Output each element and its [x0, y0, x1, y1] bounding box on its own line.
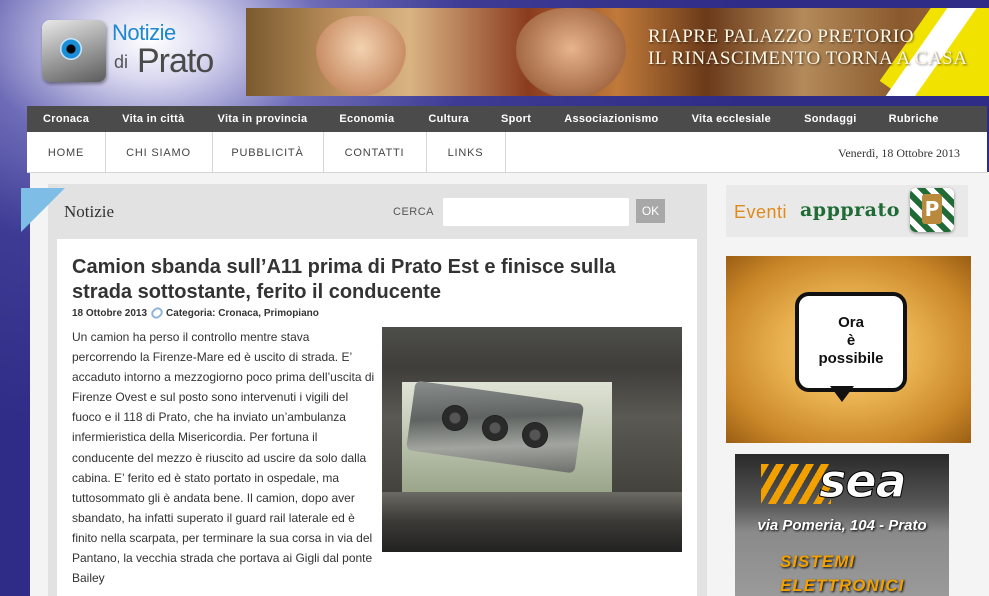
nav-chi-siamo[interactable]: CHI SIAMO [105, 132, 213, 172]
banner-painting-figure [516, 8, 626, 96]
nav-cronaca[interactable]: Cronaca [43, 113, 89, 125]
eventi-label: Eventi [734, 202, 788, 222]
category-nav: Cronaca Vita in città Vita in provincia … [27, 106, 987, 132]
paperclip-icon [149, 305, 165, 321]
ora-possibile-ad[interactable]: Ora è possibile [726, 256, 971, 443]
sea-ad[interactable]: sea via Pomeria, 104 - Prato SISTEMI ELE… [735, 454, 949, 596]
article-categories[interactable]: Cronaca, Primopiano [218, 308, 319, 319]
speech-bubble-tail [830, 386, 854, 402]
article-photo[interactable] [382, 327, 682, 552]
eye-icon [60, 38, 82, 60]
sea-logo: sea [819, 454, 908, 509]
photo-truck-wheel [482, 415, 508, 441]
eventi-brand: appprato [800, 199, 900, 221]
nav-contatti[interactable]: CONTATTI [323, 132, 427, 172]
nav-cultura[interactable]: Cultura [428, 113, 469, 125]
logo-di-text: di [114, 52, 129, 72]
search-input[interactable] [443, 198, 629, 226]
nav-vita-ecclesiale[interactable]: Vita ecclesiale [692, 113, 772, 125]
ad1-line-2: è [846, 332, 856, 349]
appprato-logo-icon: P [910, 188, 954, 232]
banner-painting-figure [316, 16, 406, 96]
nav-vita-in-citta[interactable]: Vita in città [122, 113, 184, 125]
ad1-line-3: possibile [818, 350, 884, 367]
section-corner-decoration [21, 188, 65, 232]
sea-line-2: ELETTRONICI [780, 576, 905, 595]
search-ok-button[interactable]: OK [636, 199, 665, 223]
site-logo[interactable]: Notizie di Prato [42, 14, 242, 88]
banner-line-1: RIAPRE PALAZZO PRETORIO [648, 26, 914, 47]
nav-rubriche[interactable]: Rubriche [889, 113, 939, 125]
article-meta: 18 Ottobre 2013 Categoria: Cronaca, Primo… [72, 305, 319, 321]
nav-economia[interactable]: Economia [339, 113, 394, 125]
current-date: Venerdì, 18 Ottobre 2013 [838, 146, 960, 160]
nav-sondaggi[interactable]: Sondaggi [804, 113, 857, 125]
sea-line-1: SISTEMI [780, 552, 856, 571]
nav-home[interactable]: HOME [27, 132, 106, 172]
logo-prato-text: Prato [137, 42, 214, 80]
header-banner[interactable]: RIAPRE PALAZZO PRETORIO IL RINASCIMENTO … [246, 8, 989, 96]
nav-sport[interactable]: Sport [501, 113, 531, 125]
search-label: CERCA [393, 206, 435, 218]
photo-truck-wheel [522, 422, 548, 448]
nav-pubblicita[interactable]: PUBBLICITÀ [212, 132, 324, 172]
section-title: Notizie [64, 202, 115, 221]
banner-line-2: IL RINASCIMENTO TORNA A CASA [648, 48, 968, 69]
logo-mark-icon [42, 20, 106, 82]
ad1-line-1: Ora [838, 314, 864, 331]
article-body: Un camion ha perso il controllo mentre s… [72, 330, 375, 586]
article-category-label: Categoria: [166, 308, 216, 319]
photo-truck-wheel [442, 405, 468, 431]
nav-vita-in-provincia[interactable]: Vita in provincia [218, 113, 308, 125]
nav-associazionismo[interactable]: Associazionismo [564, 113, 658, 125]
speech-bubble-icon: Ora è possibile [795, 292, 907, 392]
article-title[interactable]: Camion sbanda sull’A11 prima di Prato Es… [72, 255, 672, 305]
photo-water [382, 492, 682, 552]
appprato-logo-letter: P [922, 194, 942, 224]
nav-links[interactable]: LINKS [426, 132, 506, 172]
sea-address: via Pomeria, 104 - Prato [757, 517, 927, 534]
article-date: 18 Ottobre 2013 [72, 308, 148, 319]
secondary-nav: HOME CHI SIAMO PUBBLICITÀ CONTATTI LINKS… [27, 132, 987, 173]
